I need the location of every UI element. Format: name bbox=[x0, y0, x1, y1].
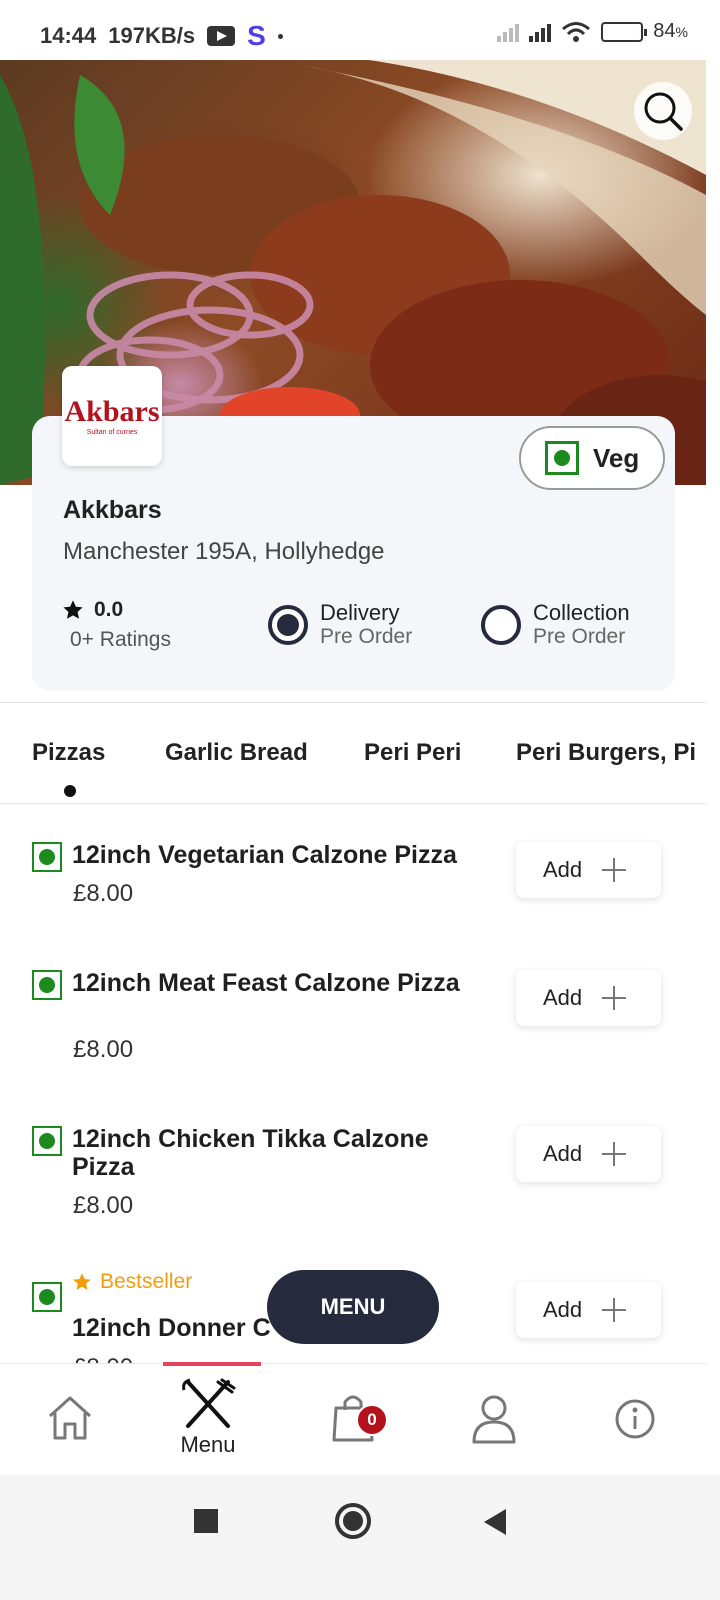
recents-button[interactable] bbox=[194, 1509, 218, 1533]
delivery-option[interactable]: Delivery Pre Order bbox=[268, 600, 412, 649]
tabs-divider-bottom bbox=[0, 803, 706, 804]
add-button[interactable]: Add bbox=[516, 842, 661, 898]
veg-filter-label: Veg bbox=[593, 442, 640, 473]
status-time: 14:44 bbox=[40, 23, 97, 48]
rating-count: 0+ Ratings bbox=[70, 628, 171, 651]
add-button-label: Add bbox=[543, 1141, 583, 1166]
add-button-label: Add bbox=[543, 985, 583, 1010]
youtube-icon bbox=[207, 26, 236, 46]
signal-sim1-icon bbox=[529, 22, 552, 42]
cart-count-badge: 0 bbox=[356, 1404, 388, 1436]
menu-button[interactable]: MENU bbox=[267, 1270, 439, 1344]
collection-subtitle: Pre Order bbox=[533, 625, 626, 649]
collection-title: Collection bbox=[533, 600, 630, 625]
collection-option[interactable]: Collection Pre Order bbox=[481, 600, 630, 649]
veg-icon bbox=[32, 1282, 62, 1312]
tab-peri-peri[interactable]: Peri Peri bbox=[364, 739, 461, 767]
active-nav-indicator bbox=[163, 1362, 261, 1366]
bestseller-badge: Bestseller bbox=[72, 1270, 192, 1294]
fork-knife-icon bbox=[182, 1378, 236, 1428]
delivery-subtitle: Pre Order bbox=[320, 625, 413, 649]
logo-wordmark: Akbars bbox=[64, 394, 160, 428]
item-title: 12inch Vegetarian Calzone Pizza bbox=[72, 841, 457, 869]
item-title: 12inch Chicken Tikka Calzone Pizza bbox=[72, 1125, 429, 1181]
restaurant-logo: Akbars Sultan of curries bbox=[62, 366, 162, 466]
plus-icon bbox=[602, 1142, 627, 1166]
network-speed: 197KB/s bbox=[108, 23, 196, 48]
nav-menu[interactable]: Menu bbox=[180, 1378, 236, 1458]
system-navigation-bar bbox=[0, 1475, 720, 1600]
nav-info[interactable] bbox=[614, 1398, 656, 1440]
home-system-button[interactable] bbox=[335, 1503, 371, 1539]
search-button[interactable] bbox=[634, 82, 692, 140]
user-icon bbox=[472, 1395, 516, 1444]
back-button[interactable] bbox=[484, 1509, 506, 1535]
signal-sim2-icon bbox=[497, 22, 520, 42]
delivery-title: Delivery bbox=[320, 600, 400, 625]
delivery-radio[interactable] bbox=[268, 604, 308, 645]
rating-value: 0.0 bbox=[94, 598, 124, 621]
item-price: £8.00 bbox=[73, 880, 134, 907]
nav-profile[interactable] bbox=[471, 1394, 517, 1444]
veg-icon bbox=[32, 1126, 62, 1156]
restaurant-rating: 0.0 0+ Ratings bbox=[62, 598, 171, 652]
bestseller-label: Bestseller bbox=[100, 1270, 193, 1293]
nav-home[interactable] bbox=[46, 1394, 94, 1442]
restaurant-address: Manchester 195A, Hollyhedge bbox=[63, 538, 385, 565]
star-icon bbox=[63, 600, 83, 619]
bottom-navigation: Menu 0 bbox=[0, 1362, 706, 1475]
battery-icon bbox=[601, 21, 648, 42]
add-button[interactable]: Add bbox=[516, 970, 661, 1026]
tab-garlic-bread[interactable]: Garlic Bread bbox=[165, 739, 308, 767]
plus-icon bbox=[602, 1298, 627, 1322]
status-right: 84% bbox=[497, 20, 688, 43]
item-price: £8.00 bbox=[73, 1192, 134, 1219]
logo-tagline: Sultan of curries bbox=[86, 428, 138, 436]
active-tab-indicator bbox=[64, 785, 76, 797]
add-button[interactable]: Add bbox=[516, 1126, 661, 1182]
status-left: 14:44 197KB/s S bbox=[40, 20, 283, 52]
tab-pizzas[interactable]: Pizzas bbox=[32, 739, 105, 767]
plus-icon bbox=[602, 986, 627, 1010]
item-title: 12inch Meat Feast Calzone Pizza bbox=[72, 969, 460, 997]
search-icon bbox=[644, 92, 683, 131]
notification-dot-icon bbox=[277, 33, 283, 39]
veg-icon bbox=[32, 970, 62, 1000]
wifi-icon bbox=[562, 21, 591, 42]
home-icon bbox=[48, 1396, 92, 1440]
nav-menu-label: Menu bbox=[180, 1432, 236, 1457]
collection-radio[interactable] bbox=[481, 604, 521, 645]
add-button-label: Add bbox=[543, 1297, 583, 1322]
veg-icon bbox=[545, 441, 579, 475]
status-bar: 14:44 197KB/s S 84% bbox=[0, 0, 720, 60]
tab-peri-burgers[interactable]: Peri Burgers, Pi bbox=[516, 739, 696, 767]
plus-icon bbox=[602, 858, 627, 882]
restaurant-name: Akkbars bbox=[63, 496, 162, 524]
star-icon bbox=[73, 1273, 91, 1290]
battery-percent: 84% bbox=[653, 20, 688, 42]
add-button[interactable]: Add bbox=[516, 1282, 661, 1338]
category-tabs: Pizzas Garlic Bread Peri Peri Peri Burge… bbox=[0, 703, 706, 803]
app-s-icon: S bbox=[247, 20, 266, 51]
veg-icon bbox=[32, 842, 62, 872]
item-price: £8.00 bbox=[73, 1036, 134, 1063]
nav-cart[interactable]: 0 bbox=[330, 1392, 388, 1444]
veg-filter-toggle[interactable]: Veg bbox=[519, 426, 665, 490]
info-icon bbox=[615, 1399, 655, 1439]
add-button-label: Add bbox=[543, 857, 583, 882]
